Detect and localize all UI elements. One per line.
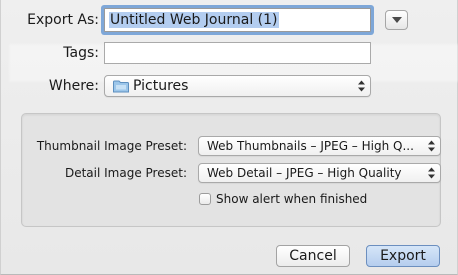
thumbnail-preset-label: Thumbnail Image Preset: xyxy=(36,139,187,153)
export-name-field[interactable]: Untitled Web Journal (1) xyxy=(104,8,371,32)
export-button[interactable]: Export xyxy=(366,245,440,267)
thumbnail-preset-popup[interactable]: Web Thumbnails – JPEG – High Q... xyxy=(198,136,441,156)
detail-preset-label: Detail Image Preset: xyxy=(64,166,187,180)
thumbnail-preset-value: Web Thumbnails – JPEG – High Q... xyxy=(207,139,414,153)
cancel-button[interactable]: Cancel xyxy=(276,245,350,267)
popup-arrows-icon xyxy=(428,140,435,152)
where-value: Pictures xyxy=(133,78,189,94)
export-as-label: Export As: xyxy=(27,12,99,28)
popup-arrows-icon xyxy=(358,80,365,92)
detail-preset-value: Web Detail – JPEG – High Quality xyxy=(207,166,402,180)
where-popup[interactable]: Pictures xyxy=(104,75,371,97)
disclosure-button[interactable] xyxy=(385,10,408,30)
tags-label: Tags: xyxy=(63,45,99,61)
folder-icon xyxy=(113,80,129,93)
export-sheet: Export As: Untitled Web Journal (1) Tags… xyxy=(0,0,458,275)
where-label: Where: xyxy=(48,78,99,94)
show-alert-label[interactable]: Show alert when finished xyxy=(216,192,367,206)
tags-field[interactable] xyxy=(104,42,371,64)
popup-arrows-icon xyxy=(428,167,435,179)
export-name-value: Untitled Web Journal (1) xyxy=(109,12,279,28)
chevron-down-icon xyxy=(391,17,402,23)
detail-preset-popup[interactable]: Web Detail – JPEG – High Quality xyxy=(198,163,441,183)
show-alert-checkbox[interactable] xyxy=(199,193,211,205)
